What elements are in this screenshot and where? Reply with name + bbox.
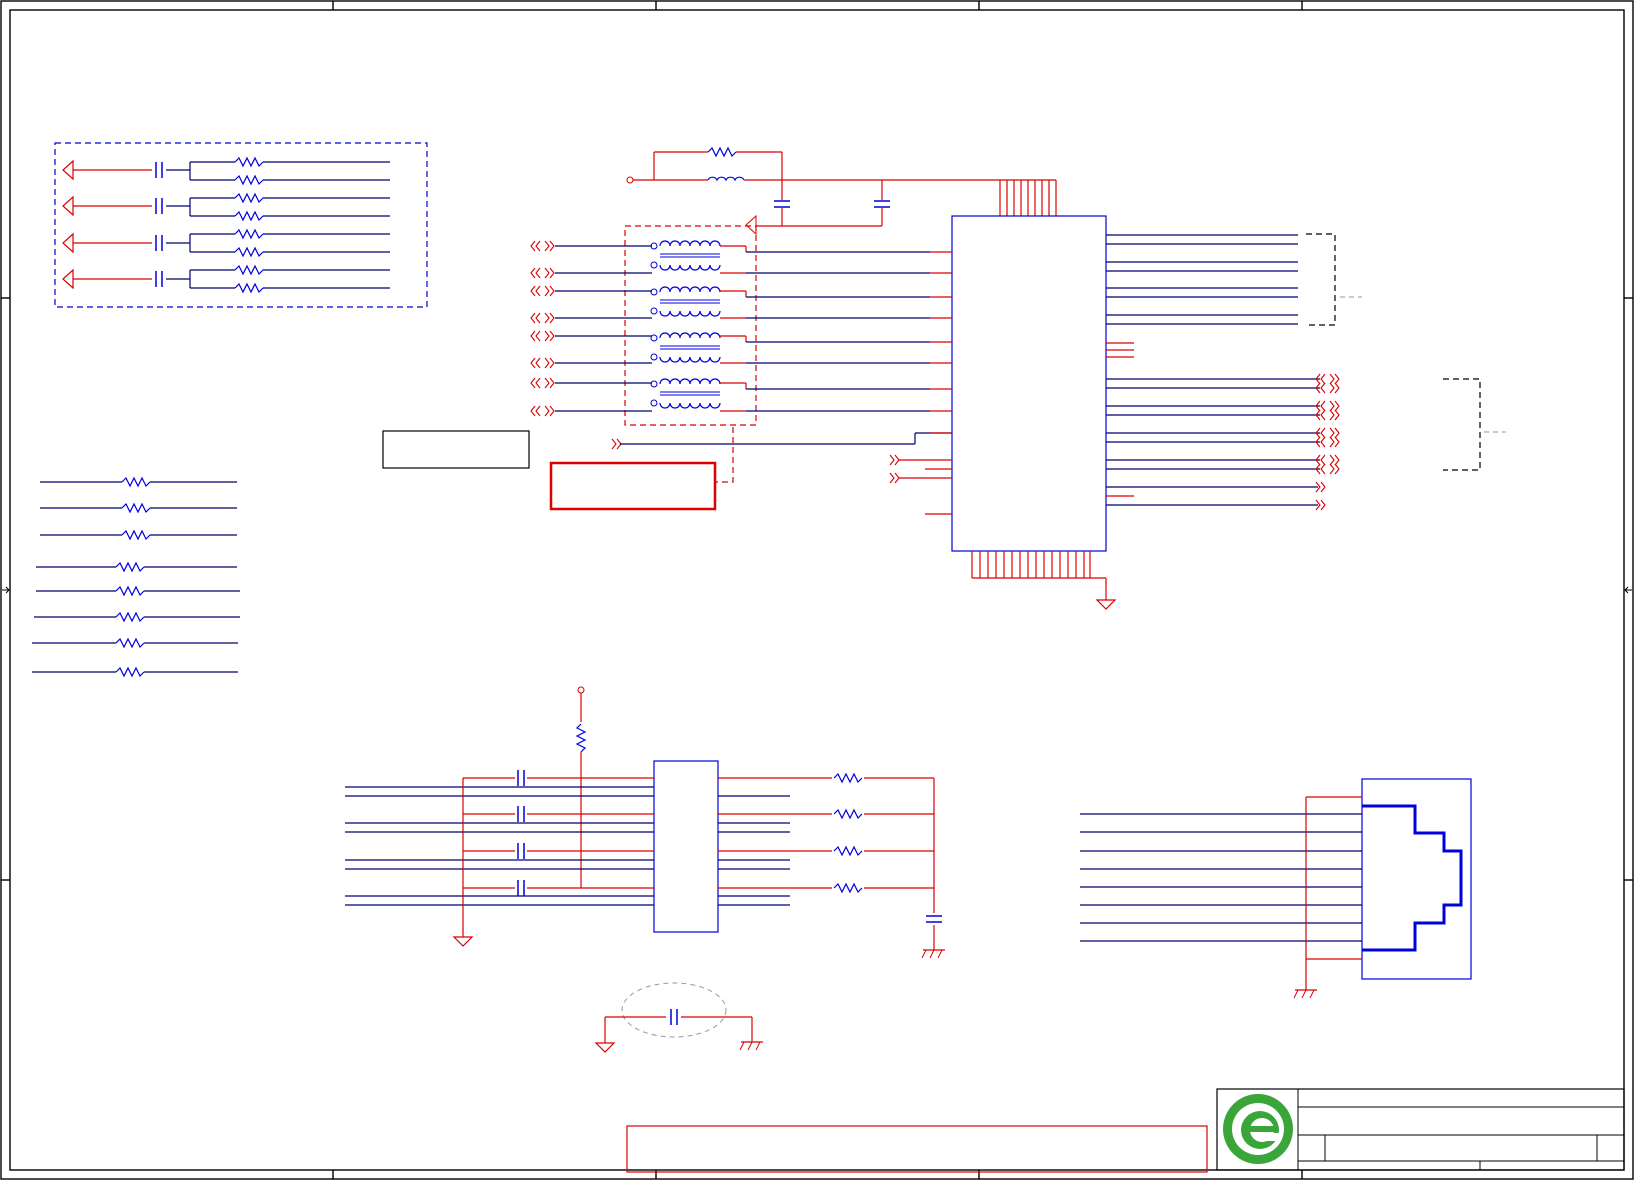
warning-box [549,461,717,511]
termination-row [62,229,390,257]
revision-box [626,1125,1208,1173]
bottom-ic-right-nets [718,773,946,959]
rj45-jack-icon [1080,778,1472,999]
magnetics-input-nets [530,240,915,450]
title-block [1216,1088,1625,1171]
rj45-pin-nets [1080,796,1362,999]
ic-bottom-ground-pins [971,551,1116,610]
ground-bridge-cap [595,982,764,1053]
power-filter [626,147,1057,236]
termination-row [62,193,390,221]
termination-row [62,157,390,185]
magnetics-output-nets [720,245,952,444]
schematic-sheet [0,0,1634,1180]
termination-row [62,265,390,293]
magnetics-module [530,225,952,450]
bottom-ic-section [345,686,946,959]
termination-network-block [54,142,428,308]
note-box [382,430,530,469]
phy-ic [889,215,1506,610]
bottom-ic-left-nets [345,786,654,906]
company-logo-icon [1223,1094,1293,1164]
ic-right-nets [1106,234,1340,511]
series-resistor-bank [32,477,240,677]
